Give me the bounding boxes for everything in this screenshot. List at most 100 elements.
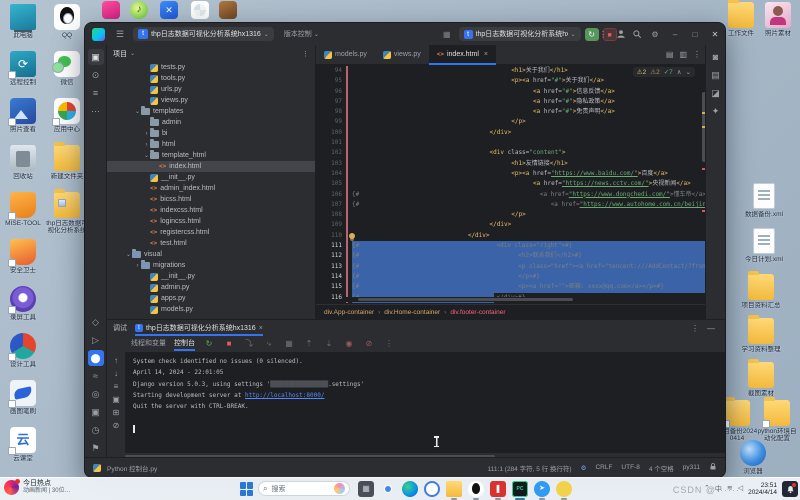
run-options-icon[interactable]: ▦	[443, 30, 451, 39]
desktop-icon-rings[interactable]: 应用中心	[46, 98, 88, 133]
baidu-disk-icon[interactable]	[556, 481, 572, 497]
breadcrumb-item[interactable]: div.App-container	[324, 309, 374, 316]
qq-icon[interactable]	[468, 481, 484, 497]
tree-item[interactable]: ›migrations	[107, 260, 315, 271]
tree-arrow-icon[interactable]: ⌄	[134, 108, 141, 115]
tree-item[interactable]: apps.py	[107, 293, 315, 304]
clock[interactable]: 23:51 2024/4/14	[748, 482, 777, 497]
tree-item[interactable]: models.py	[107, 304, 315, 315]
run-config-selector[interactable]: t thp日志数据可视化分析系统hx1316 ⌄	[459, 27, 581, 41]
debug-subtab[interactable]: 线程和变量	[131, 336, 166, 351]
split-editor-icon[interactable]: ▤	[666, 50, 674, 59]
tree-arrow-icon[interactable]: ›	[134, 263, 141, 269]
tab-index.html[interactable]: <>index.html×	[429, 45, 496, 64]
more-tools-icon[interactable]: ⋯	[88, 103, 104, 119]
tree-item[interactable]: <>registercss.html	[107, 227, 315, 238]
netease-icon[interactable]	[490, 481, 506, 497]
clear-console-icon[interactable]: ⊘	[113, 421, 120, 430]
terminal-icon[interactable]: ▣	[88, 404, 104, 420]
tree-arrow-icon[interactable]: ›	[143, 142, 150, 148]
messenger-icon[interactable]	[534, 481, 550, 497]
desktop-icon-remote[interactable]: 远程控制	[2, 51, 44, 86]
desktop-icon-brush[interactable]: 画图笔刷	[2, 380, 44, 415]
desktop-icon-folder[interactable]: 学习资料整理	[740, 318, 782, 353]
desktop-icon-folder[interactable]: 工作文件	[720, 2, 762, 37]
pinwheel-icon[interactable]	[191, 1, 209, 19]
down-occurrence-icon[interactable]: ↓	[114, 369, 118, 378]
ai-assistant-icon[interactable]: ✦	[708, 103, 724, 119]
code-area[interactable]: 94<h1>关于我们</h1>95<p><a href="#">关于我们</a>…	[316, 64, 707, 305]
volume-icon[interactable]: ◁	[738, 484, 743, 494]
search-everywhere-icon[interactable]: ◇	[88, 314, 104, 330]
stop-icon[interactable]: ■	[223, 339, 235, 348]
desktop-icon-cloud[interactable]: 云课堂	[2, 427, 44, 462]
desktop-icon-knot[interactable]: 设计工具	[2, 333, 44, 368]
network-icon[interactable]: ≋	[727, 484, 733, 494]
print-icon[interactable]: ⊞	[113, 408, 120, 417]
todo-icon[interactable]: ⚑	[88, 440, 104, 456]
console-output[interactable]: System check identified no issues (0 sil…	[125, 352, 725, 453]
hamburger-menu-icon[interactable]: ☰	[111, 29, 129, 40]
tab-views.py[interactable]: views.py	[375, 45, 429, 64]
tree-item[interactable]: <>admin_index.html	[107, 183, 315, 194]
gradle-icon[interactable]: ◪	[708, 85, 724, 101]
search-icon[interactable]	[629, 29, 645, 39]
downloader-icon[interactable]	[160, 1, 178, 19]
tree-arrow-icon[interactable]: ›	[143, 131, 150, 137]
breadcrumb-item[interactable]: div.footer-container	[450, 309, 505, 316]
intention-bulb-icon[interactable]	[349, 233, 355, 239]
settings-gear-icon[interactable]: ⚙	[645, 30, 665, 39]
project-selector[interactable]: t thp日志数据可视化分析系统hx1316 ⌄	[133, 27, 274, 41]
console-more-icon[interactable]: ⋮	[383, 339, 395, 348]
desktop-icon-qq[interactable]: QQ	[46, 4, 88, 39]
desktop-icon-folder[interactable]: python环境自动化配置	[756, 400, 798, 442]
photos-app-icon[interactable]	[358, 481, 374, 497]
tree-item[interactable]: ⌄templates	[107, 106, 315, 117]
editor-more-icon[interactable]: ⋮	[693, 50, 701, 59]
close-button[interactable]: ✕	[705, 30, 725, 39]
tray-expand-icon[interactable]: ⌃	[704, 484, 710, 494]
python-console-icon[interactable]: ◎	[88, 386, 104, 402]
more-actions-icon[interactable]: ⋮	[593, 30, 613, 39]
project-icon[interactable]: ▣	[88, 49, 104, 65]
vcs-widget[interactable]: 版本控制 ⌄	[284, 29, 319, 39]
inspection-widget[interactable]: ⚠2 ⚠2 ✓7 ∧ ⌄	[633, 67, 695, 77]
news-widget[interactable]: 今日热点 动画新闻 | 30位…	[4, 480, 71, 495]
minimize-button[interactable]: –	[665, 30, 685, 39]
run-icon[interactable]: ▷	[88, 332, 104, 348]
tree-item[interactable]: <>bicss.html	[107, 194, 315, 205]
tree-item[interactable]: <>indexcss.html	[107, 205, 315, 216]
lock-icon[interactable]	[709, 462, 717, 473]
media-icon[interactable]	[102, 1, 120, 19]
tree-item[interactable]: __init__.py	[107, 271, 315, 282]
edge-icon[interactable]	[402, 481, 418, 497]
desktop-icon-recycle[interactable]: 回收站	[2, 145, 44, 180]
start-button[interactable]	[240, 482, 254, 496]
up-stack-icon[interactable]: ⇡	[303, 339, 315, 348]
debug-subtab[interactable]: 控制台	[174, 336, 195, 351]
services-icon[interactable]: ≈	[88, 368, 104, 384]
tree-item[interactable]: <>index.html	[107, 161, 315, 172]
interpreter[interactable]: py311	[683, 464, 700, 471]
desktop-icon-shield2[interactable]: 安全卫士	[2, 239, 44, 274]
soft-wrap-icon[interactable]: ≡	[114, 382, 119, 391]
project-panel-header[interactable]: 项目 ⌄ ⋮	[107, 45, 315, 62]
debug-tab-close-icon[interactable]: ×	[259, 325, 263, 332]
quark-icon[interactable]	[424, 481, 440, 497]
desktop-icon-purple[interactable]: 录屏工具	[2, 286, 44, 321]
tree-item[interactable]: views.py	[107, 95, 315, 106]
desktop-icon-folderimg[interactable]: thp日志数据可视化分析系统	[46, 192, 88, 234]
editor-horizontal-scrollbar[interactable]	[346, 297, 699, 302]
notifications-icon[interactable]: ◙	[708, 49, 724, 65]
tree-item[interactable]: <>logincss.html	[107, 216, 315, 227]
breadcrumb-item[interactable]: div.Home-container	[384, 309, 440, 316]
desktop-icon-folder[interactable]: 截图素材	[740, 362, 782, 397]
tree-item[interactable]: urls.py	[107, 84, 315, 95]
tab-models.py[interactable]: models.py	[316, 45, 375, 64]
desktop-icon-doc[interactable]: 数据备份.xml	[743, 183, 785, 218]
console-link[interactable]: http://localhost:8000/	[245, 392, 324, 399]
file-explorer-icon[interactable]	[446, 481, 462, 497]
tree-item[interactable]: admin	[107, 117, 315, 128]
next-problem-icon[interactable]: ⌄	[686, 68, 691, 76]
desktop-icon-photos[interactable]: 照片查看	[2, 98, 44, 133]
